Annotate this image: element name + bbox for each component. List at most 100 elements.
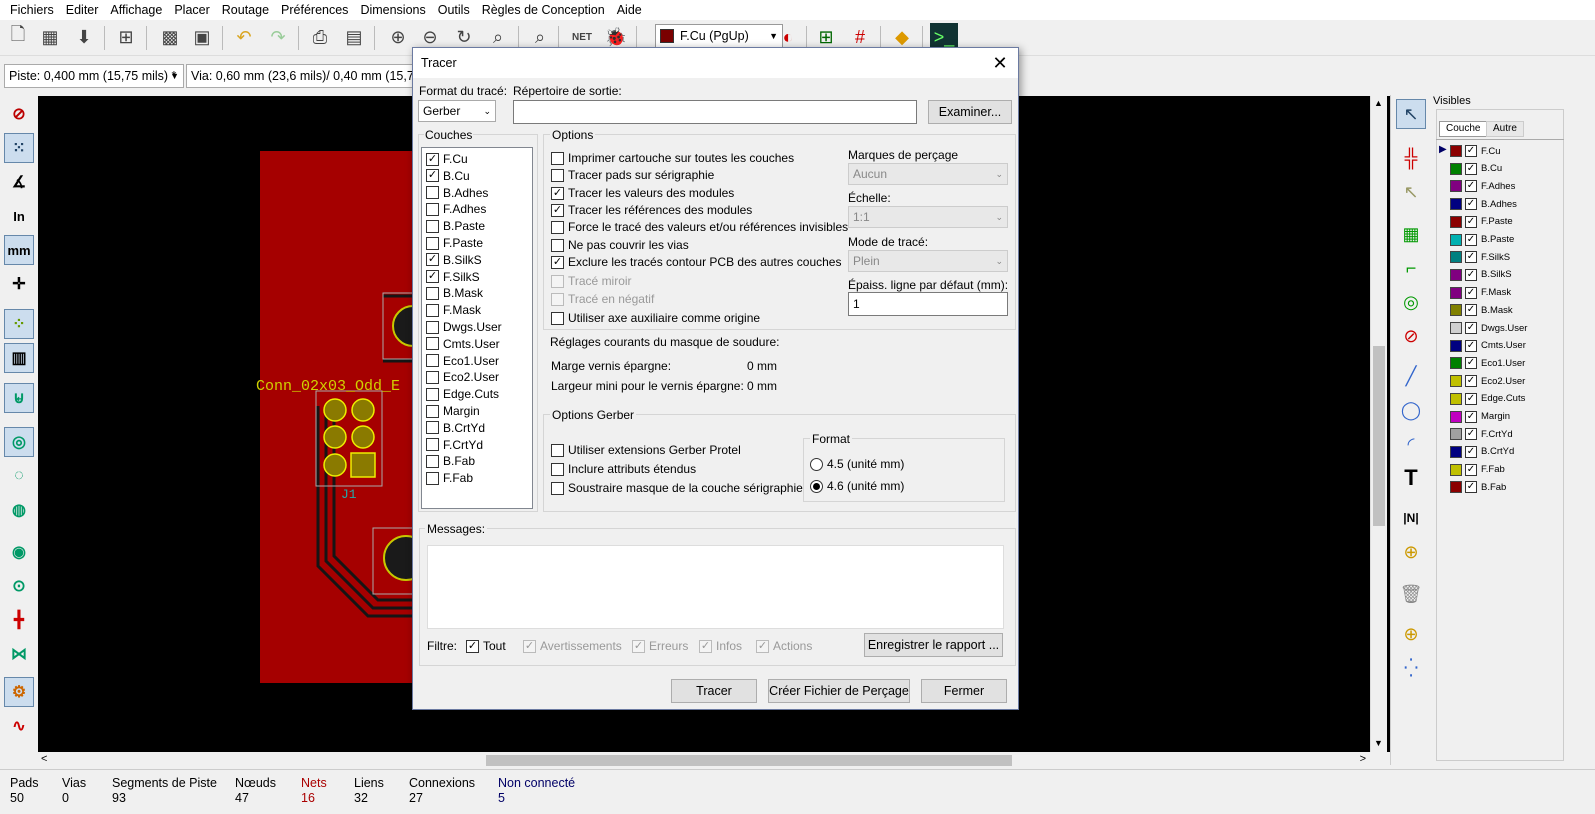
track-sketch-icon[interactable]: ╋: [4, 605, 34, 635]
layer-color-swatch[interactable]: [1450, 410, 1462, 423]
visible-layer-row[interactable]: ✓ B.CrtYd: [1450, 444, 1514, 460]
add-keepout-icon[interactable]: ⊘: [1396, 321, 1426, 351]
add-text-icon[interactable]: T: [1396, 463, 1426, 493]
gerber-option-row[interactable]: Soustraire masque de la couche sérigraph…: [551, 480, 803, 496]
tab-couche[interactable]: Couche: [1439, 121, 1488, 137]
grid-icon[interactable]: ⁙: [4, 133, 34, 163]
zone-sketch-icon[interactable]: ◍: [4, 495, 34, 525]
via-sketch-icon[interactable]: ⊙: [4, 571, 34, 601]
layer-color-swatch[interactable]: [1450, 428, 1462, 441]
module-ratsnest-icon[interactable]: ▥: [4, 343, 34, 373]
menu-item[interactable]: Editer: [60, 0, 105, 20]
layer-checkbox-row[interactable]: B.Mask: [426, 285, 483, 301]
visible-layer-row[interactable]: ✓ Margin: [1450, 409, 1510, 425]
layer-checkbox-row[interactable]: ✓ F.SilkS: [426, 269, 480, 285]
mm-units-icon[interactable]: mm: [4, 235, 34, 265]
option-checkbox[interactable]: ✓: [551, 186, 564, 200]
add-target-icon[interactable]: ⊕: [1396, 537, 1426, 567]
layer-checkbox-row[interactable]: B.Adhes: [426, 185, 488, 201]
layer-visible-checkbox[interactable]: ✓: [1465, 304, 1477, 317]
layer-color-swatch[interactable]: [1450, 198, 1462, 211]
zoom-in-icon[interactable]: ⊕: [384, 23, 412, 51]
layer-checkbox-row[interactable]: Eco1.User: [426, 353, 499, 369]
delete-icon[interactable]: 🗑: [1396, 579, 1426, 609]
line-width-input[interactable]: [848, 292, 1008, 316]
horizontal-scrollbar[interactable]: < >: [38, 752, 1370, 769]
layer-visible-checkbox[interactable]: ✓: [1465, 145, 1477, 157]
layer-checkbox[interactable]: [426, 219, 439, 233]
visible-layer-row[interactable]: ✓ Edge.Cuts: [1450, 391, 1525, 407]
option-checkbox[interactable]: [551, 151, 564, 165]
plot-button[interactable]: Tracer: [671, 679, 757, 703]
layer-color-swatch[interactable]: [1450, 233, 1462, 246]
layer-checkbox-row[interactable]: F.Paste: [426, 235, 483, 251]
layer-checkbox-row[interactable]: Dwgs.User: [426, 319, 502, 335]
browse-button[interactable]: Examiner...: [928, 100, 1012, 124]
visible-layer-row[interactable]: ✓ B.Cu: [1450, 161, 1502, 177]
visible-layer-row[interactable]: ✓ B.SilkS: [1450, 267, 1512, 283]
polar-coords-icon[interactable]: ∡: [4, 167, 34, 197]
layer-color-swatch[interactable]: [1450, 268, 1462, 281]
layer-checkbox-row[interactable]: ✓ F.Cu: [426, 151, 468, 167]
layer-visible-checkbox[interactable]: ✓: [1465, 286, 1477, 299]
scroll-left-icon[interactable]: <: [41, 753, 47, 765]
layer-color-swatch[interactable]: [1450, 304, 1462, 317]
layer-visible-checkbox[interactable]: ✓: [1465, 215, 1477, 228]
page-settings-icon[interactable]: ⊞: [112, 23, 140, 51]
layer-checkbox[interactable]: ✓: [426, 152, 439, 166]
layer-visible-checkbox[interactable]: ✓: [1465, 180, 1477, 193]
scroll-thumb[interactable]: [486, 755, 1012, 766]
menu-item[interactable]: Placer: [168, 0, 215, 20]
scale-select[interactable]: 1:1 ⌄: [848, 206, 1008, 228]
layer-color-swatch[interactable]: [1450, 392, 1462, 405]
add-circle-icon[interactable]: ◯: [1396, 395, 1426, 425]
layer-visible-checkbox[interactable]: ✓: [1465, 339, 1477, 352]
scroll-right-icon[interactable]: >: [1360, 753, 1366, 765]
gerber-option-checkbox[interactable]: [551, 462, 564, 476]
pad-sketch-icon[interactable]: ◉: [4, 537, 34, 567]
add-line-icon[interactable]: ╱: [1396, 361, 1426, 391]
layer-checkbox-row[interactable]: B.Paste: [426, 218, 485, 234]
menu-item[interactable]: Règles de Conception: [476, 0, 611, 20]
select-arrow-icon[interactable]: ↖: [1396, 99, 1426, 129]
layer-color-swatch[interactable]: [1450, 162, 1462, 175]
visible-layer-row[interactable]: ✓ Eco2.User: [1450, 373, 1525, 389]
visible-layer-row[interactable]: ✓ F.Cu: [1450, 143, 1501, 159]
layer-visible-checkbox[interactable]: ✓: [1465, 392, 1477, 405]
layer-checkbox[interactable]: [426, 202, 439, 216]
track-width-select[interactable]: Piste: 0,400 mm (15,75 mils) * ▼: [4, 64, 184, 88]
layer-color-swatch[interactable]: [1450, 322, 1462, 334]
zone-outline-icon[interactable]: ◌: [4, 461, 34, 491]
filter-checkbox[interactable]: ✓: [466, 639, 479, 653]
layer-color-swatch[interactable]: [1450, 481, 1462, 494]
layer-checkbox[interactable]: [426, 236, 439, 250]
add-arc-icon[interactable]: ◜: [1396, 429, 1426, 459]
option-checkbox-row[interactable]: ✓ Exclure les tracés contour PCB des autr…: [551, 254, 841, 270]
local-ratsnest-icon[interactable]: ↖: [1396, 177, 1426, 207]
ratsnest-icon[interactable]: ⁘: [4, 309, 34, 339]
add-dimension-icon[interactable]: |N|: [1396, 503, 1426, 533]
add-footprint-icon[interactable]: ▦: [1396, 219, 1426, 249]
format-radio-row[interactable]: 4.6 (unité mm): [810, 478, 904, 494]
visible-layer-row[interactable]: ✓ B.Paste: [1450, 232, 1514, 248]
visible-layer-row[interactable]: ✓ Dwgs.User: [1450, 320, 1527, 336]
plot-icon[interactable]: ▤: [340, 23, 368, 51]
layer-checkbox[interactable]: [426, 286, 439, 300]
layer-color-swatch[interactable]: [1450, 286, 1462, 299]
option-checkbox-row[interactable]: Ne pas couvrir les vias: [551, 237, 689, 253]
option-checkbox-row[interactable]: Utiliser axe auxiliaire comme origine: [551, 310, 760, 326]
layer-visible-checkbox[interactable]: ✓: [1465, 445, 1477, 458]
layer-visible-checkbox[interactable]: ✓: [1465, 198, 1477, 211]
visible-layer-row[interactable]: ✓ F.CrtYd: [1450, 426, 1513, 442]
open-board-icon[interactable]: ▦: [36, 23, 64, 51]
output-dir-input[interactable]: [513, 100, 917, 124]
layer-checkbox[interactable]: [426, 404, 439, 418]
layer-color-swatch[interactable]: [1450, 445, 1462, 458]
gerber-option-checkbox[interactable]: [551, 481, 564, 495]
layer-checkbox-row[interactable]: F.Adhes: [426, 201, 486, 217]
layer-checkbox[interactable]: [426, 438, 439, 452]
add-via-icon[interactable]: ◎: [1396, 287, 1426, 317]
layer-checkbox-row[interactable]: Edge.Cuts: [426, 386, 499, 402]
visible-layer-row[interactable]: ✓ B.Mask: [1450, 302, 1513, 318]
microwave-tools-icon[interactable]: ⚙: [4, 677, 34, 707]
